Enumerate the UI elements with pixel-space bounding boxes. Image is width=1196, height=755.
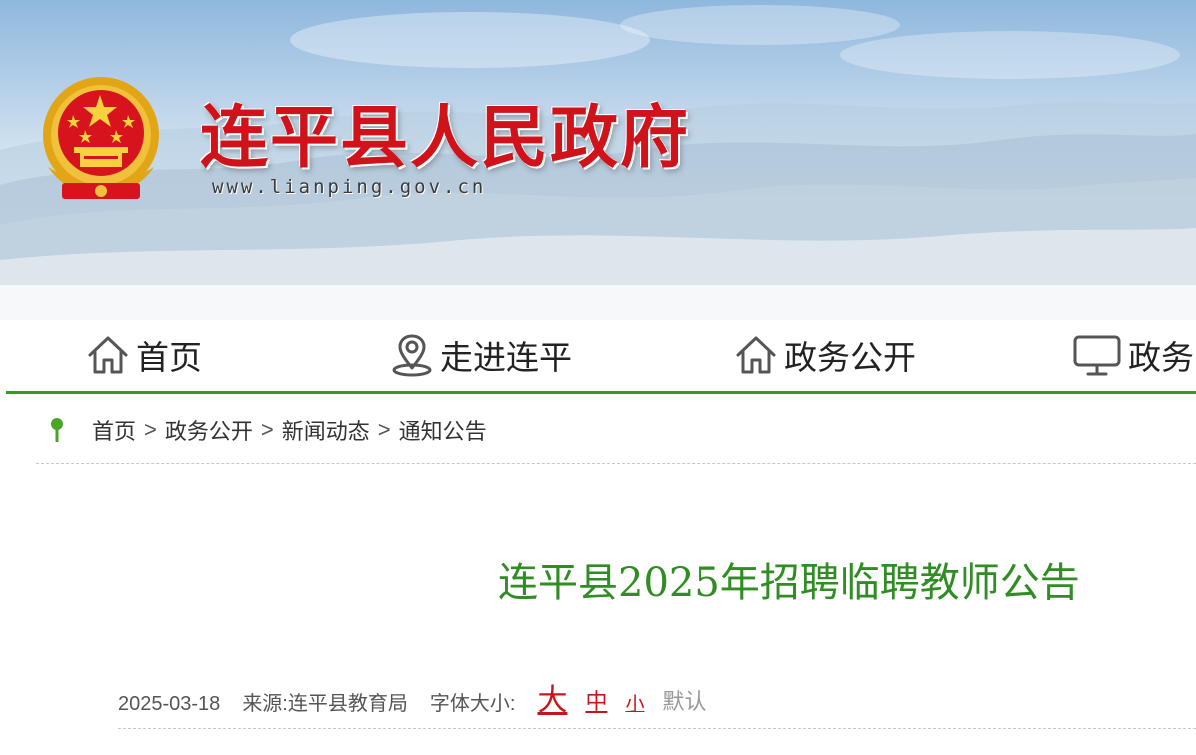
breadcrumb: 首页 > 政务公开 > 新闻动态 > 通知公告: [46, 410, 487, 450]
site-url: www.lianping.gov.cn: [212, 176, 487, 198]
source-value: 连平县教育局: [287, 693, 408, 715]
publish-date: 2025-03-18: [118, 693, 221, 715]
breadcrumb-government-affairs[interactable]: 政务公开: [165, 414, 253, 446]
national-emblem-icon: [43, 77, 159, 199]
breadcrumb-separator: >: [377, 417, 391, 442]
nav-item-label: 政务公开: [784, 339, 916, 376]
breadcrumb-news[interactable]: 新闻动态: [282, 414, 370, 446]
font-size-label: 字体大小:: [429, 693, 516, 715]
site-title: 连平县人民政府: [200, 98, 691, 178]
nav-item-about-lianping[interactable]: 走进连平: [390, 330, 572, 380]
font-size-large-link[interactable]: 大: [537, 686, 567, 716]
main-nav: 首页 走进连平 政务公开 政务: [6, 320, 1196, 394]
breadcrumb-home[interactable]: 首页: [92, 414, 136, 446]
home-icon: [88, 336, 128, 374]
breadcrumb-divider: [36, 463, 1196, 464]
article-title: 连平县2025年招聘临聘教师公告: [498, 560, 1080, 606]
nav-item-label: 首页: [136, 339, 202, 376]
breadcrumb-separator: >: [144, 417, 157, 442]
home-icon: [736, 336, 776, 374]
font-size-default-link[interactable]: 默认: [662, 684, 706, 716]
breadcrumb-notices[interactable]: 通知公告: [399, 414, 487, 446]
header-banner: 连平县人民政府 www.lianping.gov.cn: [0, 0, 1196, 320]
monitor-icon: [1073, 335, 1121, 376]
nav-item-government-services[interactable]: 政务: [1072, 330, 1194, 380]
font-size-medium-link[interactable]: 中: [585, 684, 607, 716]
source-label: 来源:: [242, 693, 288, 715]
location-pin-icon: [392, 334, 432, 377]
article-meta: 2025-03-18 来源: 连平县教育局 字体大小: 大 中 小 默认: [118, 682, 724, 716]
font-size-small-link[interactable]: 小: [625, 689, 644, 716]
nav-item-home[interactable]: 首页: [86, 330, 202, 380]
location-pin-icon: [51, 418, 63, 442]
nav-item-label: 政务: [1128, 339, 1194, 376]
meta-divider: [118, 728, 1196, 729]
nav-item-label: 走进连平: [440, 339, 572, 376]
nav-item-government-affairs-disclosure[interactable]: 政务公开: [734, 330, 916, 380]
breadcrumb-separator: >: [260, 417, 274, 442]
